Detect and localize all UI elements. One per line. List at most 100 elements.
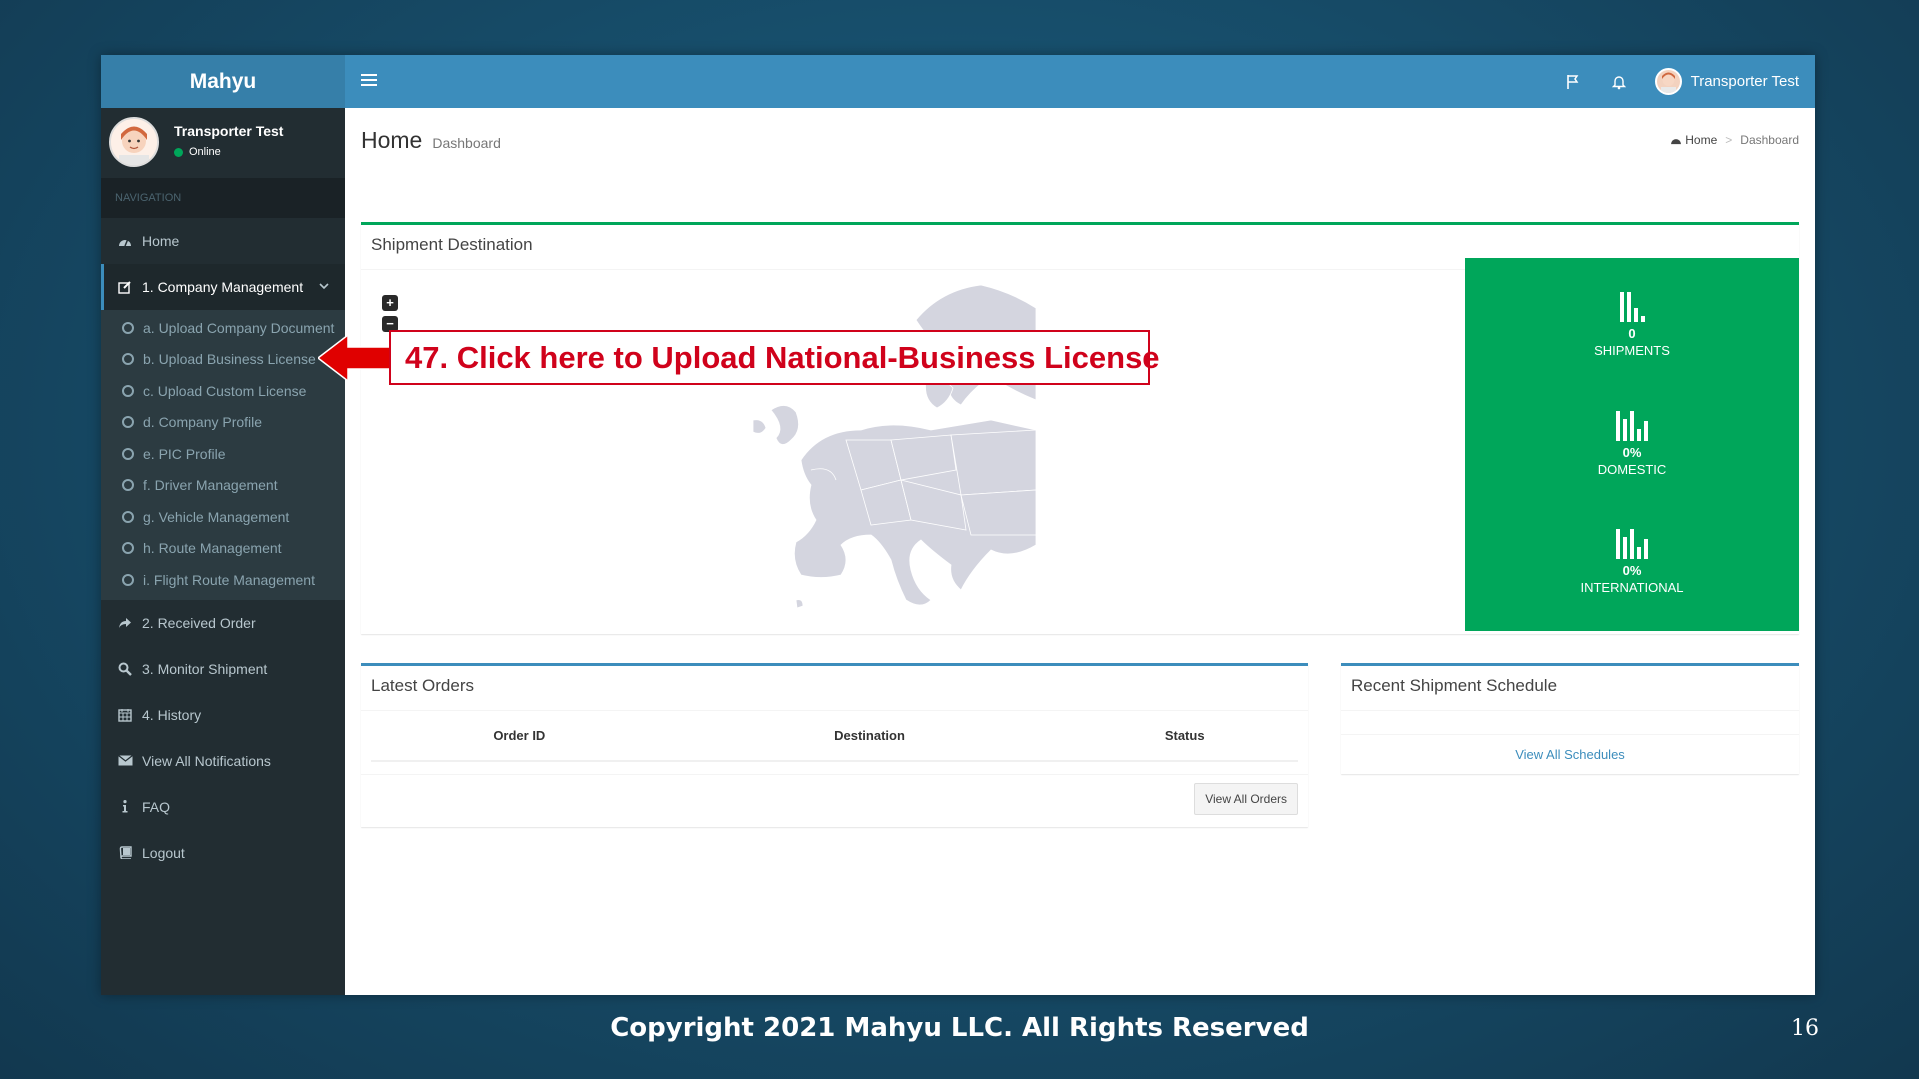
sidebar-subitem-driver-management[interactable]: f. Driver Management — [101, 470, 345, 502]
flag-icon[interactable] — [1563, 72, 1583, 92]
chevron-down-icon[interactable] — [319, 281, 329, 293]
sidebar-item-faq[interactable]: FAQ — [101, 784, 345, 830]
circle-icon — [122, 542, 134, 555]
sidebar-item-label: b. Upload Business License — [143, 351, 316, 368]
breadcrumb: Home > Dashboard — [1670, 133, 1799, 147]
stat-label: INTERNATIONAL — [1580, 580, 1684, 595]
header-user-name: Transporter Test — [1690, 73, 1799, 90]
circle-icon — [122, 447, 134, 460]
sidebar-toggle-icon[interactable] — [361, 71, 377, 87]
recent-shipment-schedule-box: Recent Shipment Schedule View All Schedu… — [1341, 663, 1799, 774]
logo[interactable]: Mahyu — [101, 55, 345, 108]
sidebar-item-monitor-shipment[interactable]: 3. Monitor Shipment — [101, 646, 345, 692]
status-text: Online — [189, 146, 221, 158]
sidebar-item-notifications[interactable]: View All Notifications — [101, 738, 345, 784]
shipment-stats-panel: 0 SHIPMENTS 0% DOMESTIC 0% INTERNATIONAL — [1465, 258, 1799, 631]
circle-icon — [122, 573, 134, 586]
sidebar-item-label: c. Upload Custom License — [143, 382, 307, 399]
sidebar-item-label: 1. Company Management — [142, 279, 304, 295]
online-dot-icon — [174, 147, 183, 157]
circle-icon — [122, 353, 134, 366]
column-header-status[interactable]: Status — [1071, 711, 1298, 762]
main-content: Home Dashboard Home > Dashboard Shipment… — [345, 108, 1815, 995]
breadcrumb-home[interactable]: Home — [1670, 133, 1717, 147]
sidebar-item-label: 3. Monitor Shipment — [142, 660, 268, 677]
search-icon — [117, 662, 133, 676]
sidebar-item-label: FAQ — [142, 798, 171, 815]
sidebar-item-logout[interactable]: Logout — [101, 830, 345, 876]
sidebar-subitem-upload-company-document[interactable]: a. Upload Company Document — [101, 312, 345, 344]
stat-label: SHIPMENTS — [1594, 343, 1670, 358]
sidebar-item-home[interactable]: Home — [101, 218, 345, 264]
sidebar-item-label: Home — [142, 233, 180, 249]
top-navbar: Transporter Test — [345, 55, 1815, 108]
circle-icon — [122, 321, 134, 334]
circle-icon — [122, 510, 134, 523]
bell-icon[interactable] — [1609, 72, 1629, 92]
slide-footer: Copyright 2021 Mahyu LLC. All Rights Res… — [610, 1013, 1309, 1043]
stat-value: 0 — [1628, 326, 1636, 341]
stat-domestic: 0% DOMESTIC — [1465, 409, 1799, 477]
stat-label: DOMESTIC — [1597, 462, 1667, 477]
bar-chart-icon — [1465, 527, 1799, 559]
circle-icon — [122, 479, 134, 492]
sidebar-subitem-vehicle-management[interactable]: g. Vehicle Management — [101, 501, 345, 533]
stat-international: 0% INTERNATIONAL — [1465, 527, 1799, 595]
sidebar-item-label: g. Vehicle Management — [143, 508, 290, 525]
share-icon — [117, 617, 133, 629]
view-all-orders-button[interactable]: View All Orders — [1194, 783, 1298, 815]
sidebar-item-received-order[interactable]: 2. Received Order — [101, 600, 345, 646]
sidebar-subitem-route-management[interactable]: h. Route Management — [101, 533, 345, 565]
sidebar-subitem-pic-profile[interactable]: e. PIC Profile — [101, 438, 345, 470]
bar-chart-icon — [1465, 290, 1799, 322]
user-panel: Transporter Test Online — [101, 108, 345, 178]
box-footer: View All Orders — [361, 774, 1308, 827]
page-title: Home Dashboard — [361, 127, 501, 154]
column-header-destination[interactable]: Destination — [667, 711, 1072, 762]
avatar — [109, 117, 159, 167]
calendar-icon — [117, 708, 133, 722]
view-all-schedules-link[interactable]: View All Schedules — [1515, 747, 1625, 762]
stat-value: 0% — [1622, 563, 1642, 578]
sidebar-item-label: 2. Received Order — [142, 614, 256, 631]
sidebar-subitem-upload-custom-license[interactable]: c. Upload Custom License — [101, 375, 345, 407]
breadcrumb-separator: > — [1725, 133, 1733, 147]
company-management-submenu: a. Upload Company Document b. Upload Bus… — [101, 310, 345, 600]
book-icon — [117, 846, 133, 859]
box-title: Latest Orders — [361, 666, 1308, 711]
stat-value: 0% — [1622, 445, 1642, 460]
dashboard-icon — [1671, 139, 1682, 145]
page-number: 16 — [1791, 1016, 1819, 1041]
dashboard-icon — [117, 235, 133, 247]
circle-icon — [122, 416, 134, 429]
tutorial-callout: 47. Click here to Upload National-Busine… — [389, 330, 1160, 385]
orders-table: Order ID Destination Status — [371, 711, 1298, 762]
column-header-order-id[interactable]: Order ID — [371, 711, 668, 762]
sidebar-item-company-management[interactable]: 1. Company Management — [101, 264, 345, 310]
nav-header: NAVIGATION — [101, 178, 345, 218]
circle-icon — [122, 384, 134, 397]
sidebar-item-label: i. Flight Route Management — [143, 571, 315, 588]
sidebar-subitem-upload-business-license[interactable]: b. Upload Business License — [101, 344, 345, 376]
red-arrow-icon — [318, 333, 390, 383]
sidebar-item-label: 4. History — [142, 706, 202, 723]
stat-shipments: 0 SHIPMENTS — [1465, 290, 1799, 358]
sidebar-subitem-flight-route-management[interactable]: i. Flight Route Management — [101, 564, 345, 596]
info-icon — [117, 800, 133, 813]
sidebar-subitem-company-profile[interactable]: d. Company Profile — [101, 407, 345, 439]
bar-chart-icon — [1465, 409, 1799, 441]
box-footer: View All Schedules — [1341, 734, 1799, 777]
sidebar-item-label: View All Notifications — [142, 752, 271, 769]
table-header-row: Order ID Destination Status — [371, 711, 1298, 762]
sidebar-item-label: a. Upload Company Document — [143, 319, 335, 336]
zoom-in-button[interactable]: + — [382, 295, 398, 311]
sidebar-item-history[interactable]: 4. History — [101, 692, 345, 738]
breadcrumb-current: Dashboard — [1740, 133, 1799, 147]
sidebar-item-label: h. Route Management — [143, 540, 282, 557]
avatar — [1654, 68, 1682, 95]
breadcrumb-home-label: Home — [1685, 133, 1718, 147]
sidebar-item-label: d. Company Profile — [143, 414, 263, 431]
sidebar: Transporter Test Online NAVIGATION Home … — [101, 108, 345, 995]
page-title-text: Home — [361, 127, 423, 153]
user-menu[interactable]: Transporter Test — [1654, 68, 1799, 95]
